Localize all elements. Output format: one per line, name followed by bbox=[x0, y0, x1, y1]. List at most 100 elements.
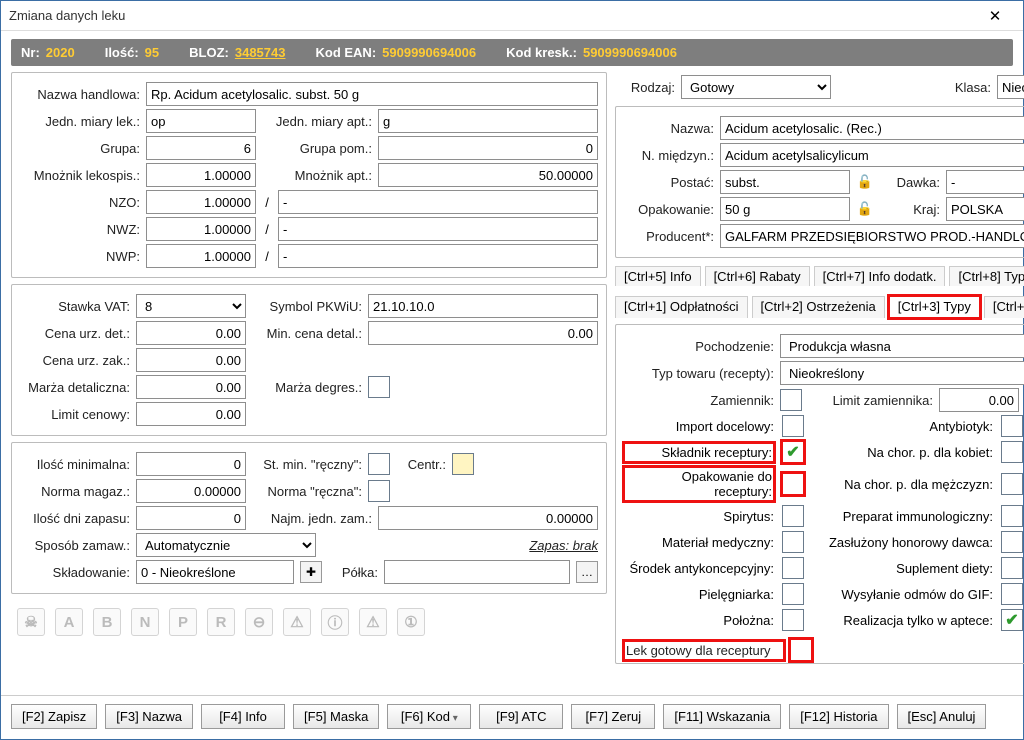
trade-name-label: Nazwa handlowa: bbox=[20, 87, 140, 102]
nwz-extra-input[interactable] bbox=[278, 217, 598, 241]
form-input[interactable] bbox=[720, 170, 850, 194]
antybiotyk-checkbox[interactable] bbox=[1001, 415, 1023, 437]
alert-icon[interactable]: ⚠ bbox=[359, 608, 387, 636]
najm-input[interactable] bbox=[378, 506, 598, 530]
tab-ostrz[interactable]: [Ctrl+2] Ostrzeżenia bbox=[752, 296, 885, 318]
honor-checkbox[interactable] bbox=[1001, 531, 1023, 553]
limit-zam-input[interactable] bbox=[939, 388, 1019, 412]
opak-checkbox[interactable] bbox=[782, 473, 804, 495]
flag-p-icon[interactable]: P bbox=[169, 608, 197, 636]
nzo-extra-input[interactable] bbox=[278, 190, 598, 214]
info-button[interactable]: [F4] Info bbox=[201, 704, 285, 729]
flag-a-icon[interactable]: A bbox=[55, 608, 83, 636]
shelf-input[interactable] bbox=[384, 560, 570, 584]
code-button[interactable]: [F6] Kod bbox=[387, 704, 471, 729]
mult-apt-input[interactable] bbox=[378, 163, 598, 187]
save-button[interactable]: [F2] Zapisz bbox=[11, 704, 97, 729]
unlock-icon[interactable]: 🔓 bbox=[856, 199, 874, 219]
flag-r-icon[interactable]: R bbox=[207, 608, 235, 636]
origin-select[interactable]: Produkcja własna bbox=[780, 334, 1024, 358]
unlock-icon[interactable]: 🔓 bbox=[856, 172, 874, 192]
vat-select[interactable]: 8 bbox=[136, 294, 246, 318]
tab-infodod[interactable]: [Ctrl+7] Info dodatk. bbox=[814, 266, 946, 286]
prod-input[interactable] bbox=[720, 224, 1024, 248]
supl-checkbox[interactable] bbox=[1001, 557, 1023, 579]
store-expand-button[interactable]: ✚ bbox=[300, 561, 322, 583]
kobiet-checkbox[interactable] bbox=[1001, 441, 1023, 463]
urz-det-input[interactable] bbox=[136, 321, 246, 345]
norma-mag-input[interactable] bbox=[136, 479, 246, 503]
trade-name-input[interactable] bbox=[146, 82, 598, 106]
zapas-link[interactable]: Zapas: brak bbox=[322, 538, 598, 553]
group-input[interactable] bbox=[146, 136, 256, 160]
nwz-input[interactable] bbox=[146, 217, 256, 241]
flag-b-icon[interactable]: B bbox=[93, 608, 121, 636]
name-button[interactable]: [F3] Nazwa bbox=[105, 704, 193, 729]
pack-input[interactable] bbox=[720, 197, 850, 221]
indications-button[interactable]: [F11] Wskazania bbox=[663, 704, 781, 729]
polozna-checkbox[interactable] bbox=[782, 609, 804, 631]
group-aux-input[interactable] bbox=[378, 136, 598, 160]
st-min-checkbox[interactable] bbox=[368, 453, 390, 475]
order-select[interactable]: Automatycznie bbox=[136, 533, 316, 557]
tab-rabaty[interactable]: [Ctrl+6] Rabaty bbox=[705, 266, 810, 286]
recipe-type-select[interactable]: Nieokreślony bbox=[780, 361, 1024, 385]
one-circle-icon[interactable]: ① bbox=[397, 608, 425, 636]
skull-icon[interactable]: ☠ bbox=[17, 608, 45, 636]
tab-info[interactable]: [Ctrl+5] Info bbox=[615, 266, 701, 286]
nwp-input[interactable] bbox=[146, 244, 256, 268]
nzo-input[interactable] bbox=[146, 190, 256, 214]
qty-min-input[interactable] bbox=[136, 452, 246, 476]
minus-circle-icon[interactable]: ⊖ bbox=[245, 608, 273, 636]
limit-c-input[interactable] bbox=[136, 402, 246, 426]
days-input[interactable] bbox=[136, 506, 246, 530]
pkwiu-input[interactable] bbox=[368, 294, 598, 318]
zero-button[interactable]: [F7] Zeruj bbox=[571, 704, 655, 729]
marza-det-input[interactable] bbox=[136, 375, 246, 399]
tab-inne[interactable]: [Ctrl+4] Inne bbox=[984, 296, 1024, 318]
spirytus-checkbox[interactable] bbox=[782, 505, 804, 527]
material-label: Materiał medyczny: bbox=[624, 535, 774, 550]
days-label: Ilość dni zapasu: bbox=[20, 511, 130, 526]
gif-checkbox[interactable] bbox=[1001, 583, 1023, 605]
store-input[interactable] bbox=[136, 560, 294, 584]
marza-degr-checkbox[interactable] bbox=[368, 376, 390, 398]
mult-leko-input[interactable] bbox=[146, 163, 256, 187]
zamiennik-checkbox[interactable] bbox=[780, 389, 802, 411]
warning-icon[interactable]: ⚠ bbox=[283, 608, 311, 636]
tab-odpl[interactable]: [Ctrl+1] Odpłatności bbox=[615, 296, 748, 318]
class-input[interactable] bbox=[997, 75, 1024, 99]
dose-input[interactable] bbox=[946, 170, 1024, 194]
cancel-button[interactable]: [Esc] Anuluj bbox=[897, 704, 987, 729]
country-input[interactable] bbox=[946, 197, 1024, 221]
centr-checkbox[interactable] bbox=[452, 453, 474, 475]
info-icon[interactable]: ⓘ bbox=[321, 608, 349, 636]
immuno-checkbox[interactable] bbox=[1001, 505, 1023, 527]
nwp-extra-input[interactable] bbox=[278, 244, 598, 268]
antykon-checkbox[interactable] bbox=[782, 557, 804, 579]
atc-button[interactable]: [F9] ATC bbox=[479, 704, 563, 729]
flag-n-icon[interactable]: N bbox=[131, 608, 159, 636]
urz-zak-input[interactable] bbox=[136, 348, 246, 372]
pieleg-checkbox[interactable] bbox=[782, 583, 804, 605]
apteka-checkbox[interactable] bbox=[1001, 609, 1023, 631]
tab-typywl[interactable]: [Ctrl+8] Typy własne bbox=[949, 266, 1024, 286]
lek-got-checkbox[interactable] bbox=[790, 639, 812, 661]
tab-typy[interactable]: [Ctrl+3] Typy bbox=[889, 296, 980, 318]
import-checkbox[interactable] bbox=[782, 415, 804, 437]
name-input[interactable] bbox=[720, 116, 1024, 140]
skladnik-checkbox[interactable] bbox=[782, 441, 804, 463]
intl-input[interactable] bbox=[720, 143, 1024, 167]
history-button[interactable]: [F12] Historia bbox=[789, 704, 888, 729]
mask-button[interactable]: [F5] Maska bbox=[293, 704, 379, 729]
kind-select[interactable]: Gotowy bbox=[681, 75, 831, 99]
unit-drug-input[interactable] bbox=[146, 109, 256, 133]
min-det-input[interactable] bbox=[368, 321, 598, 345]
bloz-link[interactable]: 3485743 bbox=[235, 45, 286, 60]
norma-r-checkbox[interactable] bbox=[368, 480, 390, 502]
close-icon[interactable]: ✕ bbox=[975, 3, 1015, 29]
unit-pharm-input[interactable] bbox=[378, 109, 598, 133]
material-checkbox[interactable] bbox=[782, 531, 804, 553]
mezczyzn-checkbox[interactable] bbox=[1001, 473, 1023, 495]
shelf-browse-button[interactable]: … bbox=[576, 561, 598, 583]
